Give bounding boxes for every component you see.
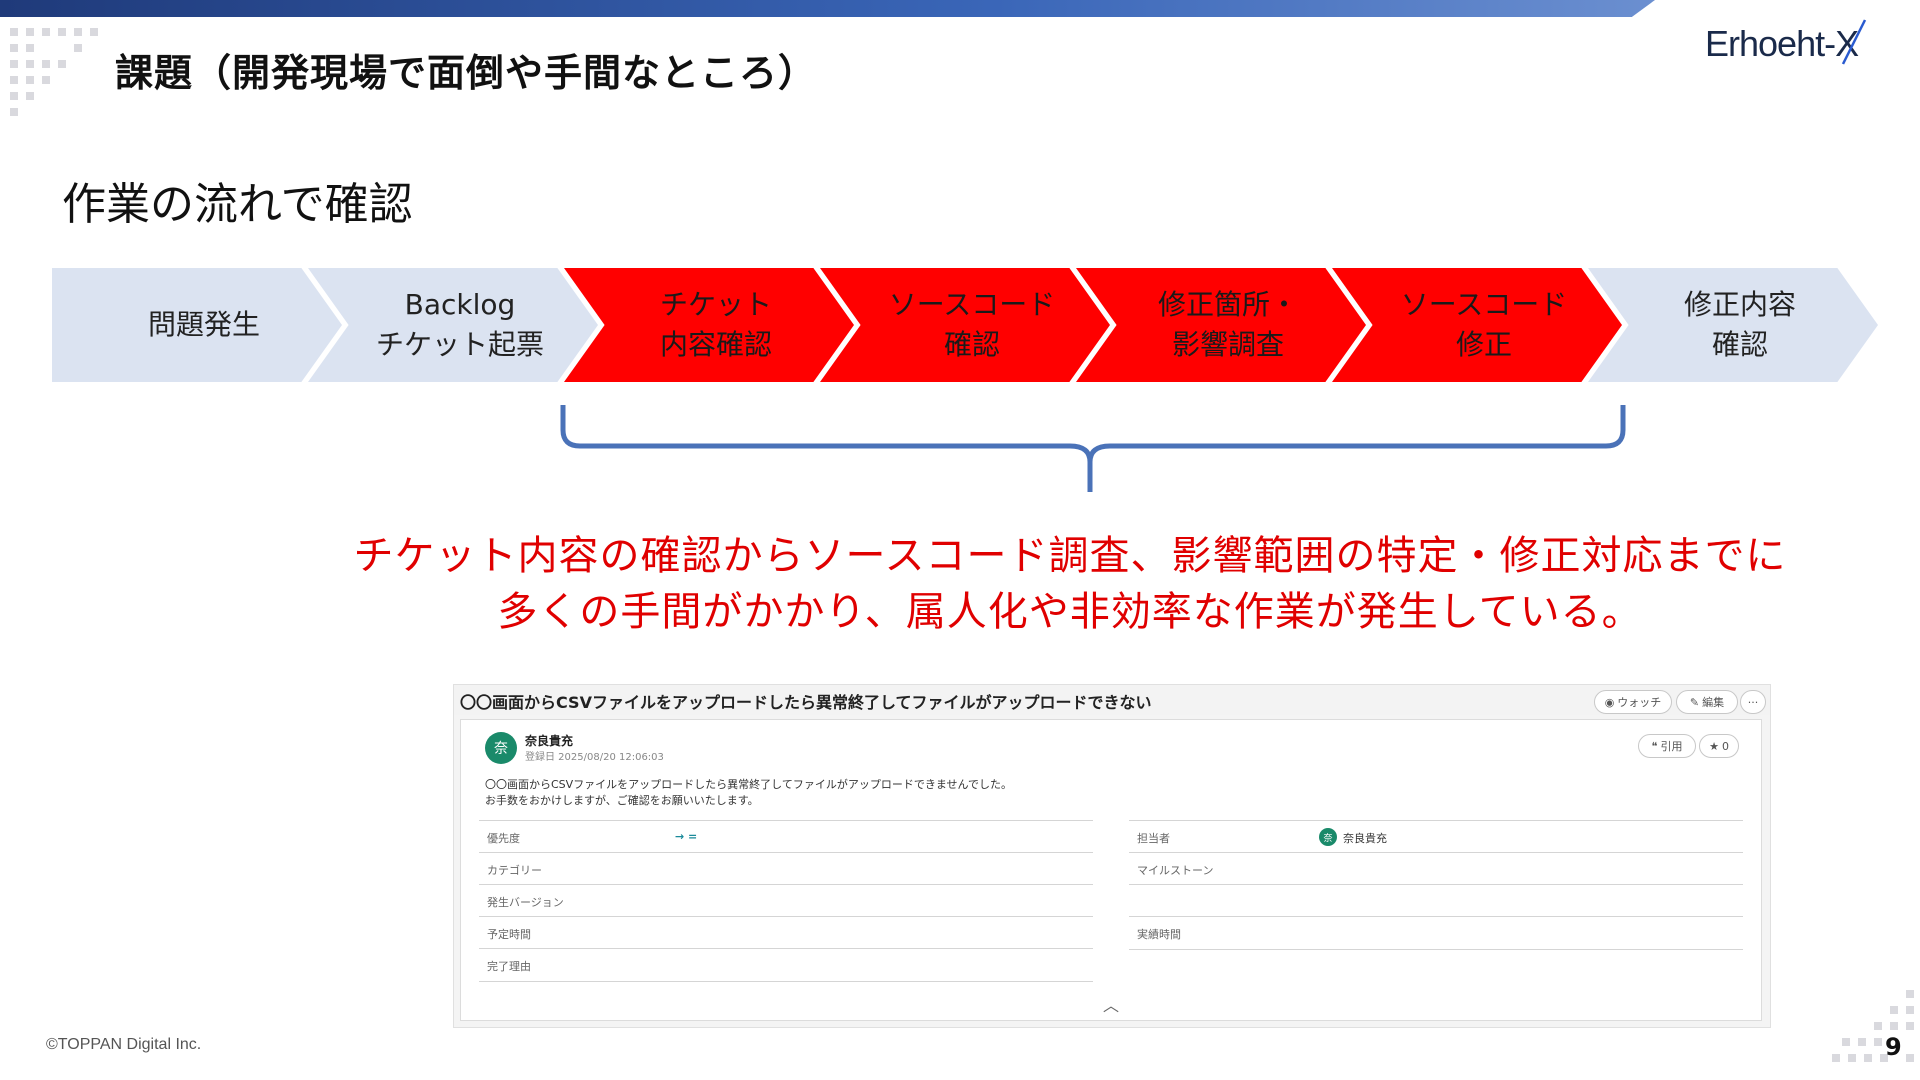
field-resolution: 完了理由 bbox=[479, 948, 1093, 982]
flow-step-4: ソースコード 確認 bbox=[820, 268, 1110, 382]
edit-button[interactable]: ✎ 編集 bbox=[1676, 690, 1738, 714]
field-milestone: マイルストーン bbox=[1129, 852, 1743, 885]
quote-label: 引用 bbox=[1660, 740, 1683, 753]
more-button[interactable]: ··· bbox=[1740, 690, 1766, 714]
edit-label: 編集 bbox=[1702, 696, 1725, 709]
flow-step-2: Backlog チケット起票 bbox=[308, 268, 598, 382]
flow-step-7: 修正内容 確認 bbox=[1588, 268, 1878, 382]
problem-statement-line-1: チケット内容の確認からソースコード調査、影響範囲の特定・修正対応までに bbox=[353, 533, 1787, 579]
field-label: 実績時間 bbox=[1137, 928, 1181, 941]
flow-step-label: ソースコード 確認 bbox=[888, 288, 1056, 361]
collapse-chevron-up-icon[interactable]: ︿ bbox=[1103, 992, 1119, 1016]
problem-statement: チケット内容の確認からソースコード調査、影響範囲の特定・修正対応までに 多くの手… bbox=[330, 528, 1810, 640]
quote-button[interactable]: ❝ 引用 bbox=[1638, 734, 1696, 758]
flow-step-5: 修正箇所・ 影響調査 bbox=[1076, 268, 1366, 382]
more-icon: ··· bbox=[1747, 695, 1759, 709]
flow-step-label: 問題発生 bbox=[147, 308, 260, 341]
flow-step-6: ソースコード 修正 bbox=[1332, 268, 1622, 382]
field-empty bbox=[1129, 884, 1743, 917]
flow-step-1: 問題発生 bbox=[52, 268, 342, 382]
eye-icon: ◉ bbox=[1604, 695, 1615, 709]
assignee-avatar-initial: 奈 bbox=[1323, 833, 1333, 844]
decorative-dots-top-left bbox=[10, 28, 100, 118]
watch-button[interactable]: ◉ ウォッチ bbox=[1594, 690, 1672, 714]
ticket-body-line-1: 〇〇画面からCSVファイルをアップロードしたら異常終了してファイルがアップロード… bbox=[485, 778, 1012, 791]
flow-step-label: 修正箇所・ 影響調査 bbox=[1157, 288, 1298, 361]
page-number: 9 bbox=[1885, 1033, 1902, 1061]
logo-slash-icon bbox=[1841, 19, 1867, 65]
ticket-header: 〇〇画面からCSVファイルをアップロードしたら異常終了してファイルがアップロード… bbox=[454, 685, 1770, 715]
field-version: 発生バージョン bbox=[479, 884, 1093, 917]
backlog-ticket-screenshot: 〇〇画面からCSVファイルをアップロードしたら異常終了してファイルがアップロード… bbox=[453, 684, 1771, 1028]
watch-label: ウォッチ bbox=[1617, 696, 1662, 709]
top-accent-bar bbox=[0, 0, 1655, 17]
ticket-title: 〇〇画面からCSVファイルをアップロードしたら異常終了してファイルがアップロード… bbox=[460, 693, 1152, 712]
field-actual-hours: 実績時間 bbox=[1129, 916, 1743, 950]
brace-connector bbox=[560, 405, 1626, 492]
assignee-value: 奈良貴充 bbox=[1343, 832, 1387, 845]
section-subtitle: 作業の流れで確認 bbox=[62, 179, 413, 230]
flow-step-label: Backlog チケット起票 bbox=[375, 288, 544, 361]
copyright-footer: ©TOPPAN Digital Inc. bbox=[46, 1036, 202, 1053]
avatar: 奈 bbox=[485, 732, 517, 764]
star-count: 0 bbox=[1721, 739, 1729, 753]
ticket-body-line-2: お手数をおかけしますが、ご確認をお願いいたします。 bbox=[485, 794, 759, 807]
avatar-initial: 奈 bbox=[494, 741, 508, 757]
field-label: マイルストーン bbox=[1137, 864, 1214, 877]
problem-statement-line-2: 多くの手間がかかり、属人化や非効率な作業が発生している。 bbox=[497, 589, 1643, 635]
field-label: 予定時間 bbox=[487, 928, 531, 941]
process-flow: 問題発生 Backlog チケット起票 チケット 内容確認 ソースコード 確認 … bbox=[52, 268, 1882, 382]
flow-step-label: ソースコード 修正 bbox=[1400, 288, 1568, 361]
flow-step-label: 修正内容 確認 bbox=[1683, 288, 1796, 361]
quote-icon: ❝ bbox=[1651, 739, 1658, 753]
field-category: カテゴリー bbox=[479, 852, 1093, 885]
star-button[interactable]: ★ 0 bbox=[1699, 734, 1739, 758]
assignee-avatar: 奈 bbox=[1319, 828, 1337, 846]
erhoeht-x-logo: Erhoeht-X bbox=[1705, 18, 1875, 68]
field-label: カテゴリー bbox=[487, 864, 542, 877]
field-priority: 優先度 → = bbox=[479, 820, 1093, 853]
field-label: 発生バージョン bbox=[487, 896, 564, 909]
field-label: 完了理由 bbox=[487, 960, 531, 973]
star-icon: ★ bbox=[1709, 739, 1719, 753]
ticket-author: 奈良貴充 bbox=[525, 734, 574, 748]
flow-step-3: チケット 内容確認 bbox=[564, 268, 854, 382]
pencil-icon: ✎ bbox=[1689, 695, 1700, 709]
field-label: 担当者 bbox=[1137, 832, 1170, 845]
field-label: 優先度 bbox=[487, 832, 520, 845]
ticket-date: 登録日 2025/08/20 12:06:03 bbox=[525, 752, 664, 763]
priority-value: → = bbox=[675, 830, 698, 843]
flow-step-label: チケット 内容確認 bbox=[659, 288, 772, 361]
slide-title: 課題（開発現場で面倒や手間なところ） bbox=[115, 51, 818, 95]
ticket-card: 奈 奈良貴充 登録日 2025/08/20 12:06:03 ❝ 引用 ★ 0 … bbox=[460, 719, 1762, 1021]
field-assignee: 担当者 奈 奈良貴充 bbox=[1129, 820, 1743, 853]
field-estimated-hours: 予定時間 bbox=[479, 916, 1093, 949]
decorative-dots-bottom-right bbox=[1832, 990, 1918, 1076]
